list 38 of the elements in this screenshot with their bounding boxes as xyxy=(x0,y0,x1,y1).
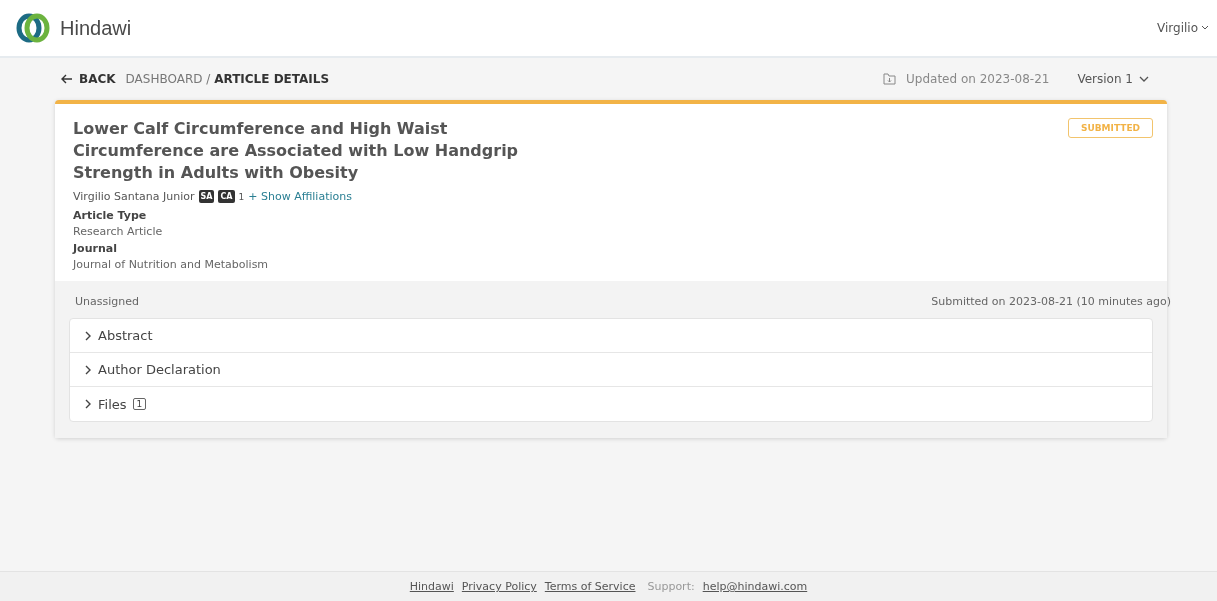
article-title: Lower Calf Circumference and High Waist Circumference are Associated with Low Handgrip Strength in Adults with Obesity xyxy=(73,118,520,184)
support-label: Support: xyxy=(647,580,695,593)
show-affiliations-link[interactable]: + Show Affiliations xyxy=(248,190,352,203)
breadcrumb-separator: / xyxy=(206,72,211,86)
support-email-link[interactable]: help@hindawi.com xyxy=(702,580,808,593)
field-value: Research Article xyxy=(73,225,164,238)
affiliation-number: 1 xyxy=(238,191,245,202)
section-header[interactable]: Author Declaration xyxy=(70,353,1152,387)
version-dropdown[interactable]: Version 1 xyxy=(1077,72,1149,86)
section-header[interactable]: Abstract xyxy=(70,319,1152,353)
author-tag: CA xyxy=(218,190,235,203)
brand-name: Hindawi xyxy=(60,16,132,40)
arrow-left-icon xyxy=(61,74,73,84)
author-tag: SA xyxy=(198,190,215,203)
updated-date: Updated on 2023-08-21 xyxy=(906,72,1050,86)
status-badge: SUBMITTED xyxy=(1067,118,1153,138)
submitted-date: Submitted on 2023-08-21 (10 minutes ago) xyxy=(931,295,1171,308)
footer-link[interactable]: Terms of Service xyxy=(544,580,636,593)
chevron-down-icon xyxy=(1139,75,1149,83)
field-label: Journal xyxy=(73,242,118,255)
section-header[interactable]: Files 1 xyxy=(70,387,1152,421)
field-value: Journal of Nutrition and Metabolism xyxy=(73,258,270,271)
chevron-right-icon xyxy=(84,364,92,375)
back-link[interactable]: BACK xyxy=(61,72,116,86)
footer-link[interactable]: Privacy Policy xyxy=(461,580,537,593)
chevron-right-icon xyxy=(84,330,92,341)
folder-icon xyxy=(883,73,897,85)
assignee-text: Unassigned xyxy=(75,295,139,308)
user-menu[interactable]: Virgilio xyxy=(1157,21,1209,35)
breadcrumb-link[interactable]: DASHBOARD xyxy=(125,72,203,86)
author-name: Virgilio Santana Junior xyxy=(73,190,195,203)
logo-icon xyxy=(16,13,50,43)
chevron-right-icon xyxy=(84,399,92,409)
field-label: Article Type xyxy=(73,209,148,222)
file-count: 1 xyxy=(132,398,147,410)
chevron-down-icon xyxy=(1201,25,1209,31)
footer-link[interactable]: Hindawi xyxy=(409,580,454,593)
breadcrumb-current: ARTICLE DETAILS xyxy=(214,72,330,86)
